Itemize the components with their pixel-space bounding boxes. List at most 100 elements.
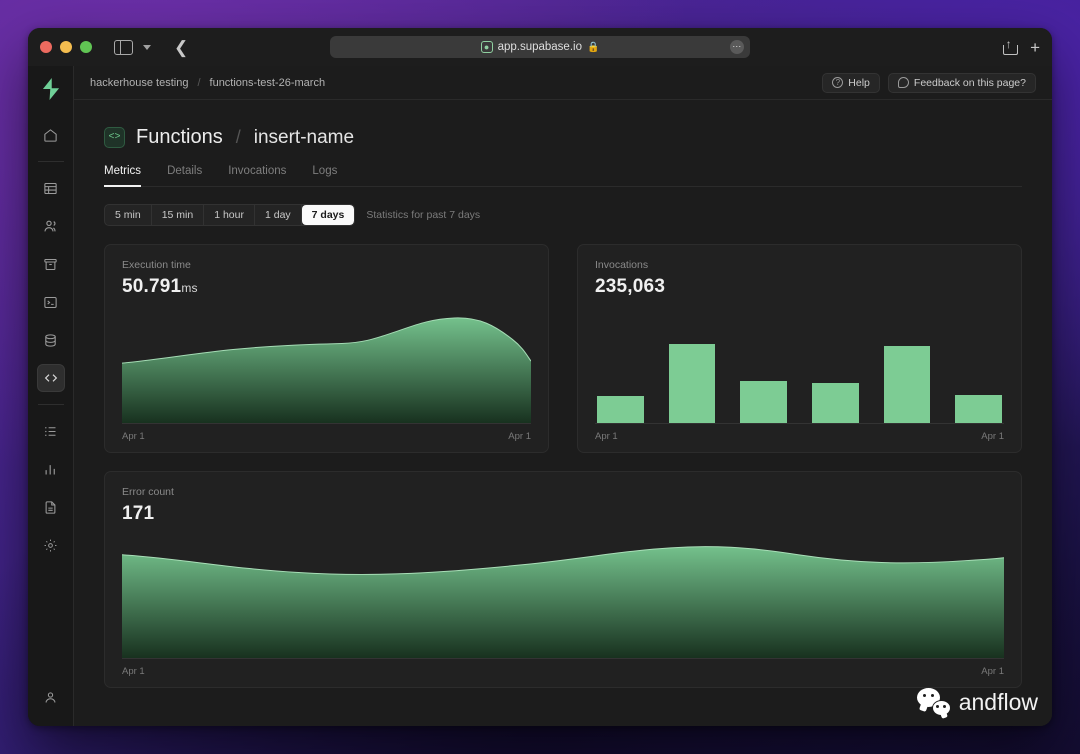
breadcrumb-org[interactable]: hackerhouse testing [90, 77, 188, 89]
chat-bubble-icon [897, 77, 909, 88]
metrics-row-top: Execution time 50.791ms Apr 1 Apr 1 Invo… [104, 244, 1022, 453]
bar-4[interactable] [812, 382, 859, 424]
lock-icon: 🔒 [586, 41, 600, 53]
invocations-chart[interactable] [595, 316, 1004, 424]
app-topbar: hackerhouse testing / functions-test-26-… [74, 66, 1052, 100]
error-count-chart[interactable] [122, 543, 1004, 659]
sidebar-divider [37, 161, 64, 162]
sidebar-divider [37, 404, 64, 405]
x-tick-end: Apr 1 [981, 666, 1004, 677]
bar-6[interactable] [955, 394, 1002, 424]
range-option-15min[interactable]: 15 min [152, 205, 205, 225]
titlebar-right-actions: + [1003, 37, 1040, 56]
browser-window: ❮ ● app.supabase.io 🔒 ⋯ + [28, 28, 1052, 726]
supabase-app: hackerhouse testing / functions-test-26-… [28, 66, 1052, 726]
tab-invocations[interactable]: Invocations [228, 165, 286, 187]
sidebar-item-functions[interactable] [36, 364, 65, 392]
sidebar-item-storage[interactable] [37, 250, 65, 278]
chevron-down-icon[interactable] [143, 44, 151, 50]
page-tabs: Metrics Details Invocations Logs [104, 165, 1022, 187]
sidebar-toggle-icon[interactable] [114, 39, 133, 55]
execution-time-chart[interactable] [122, 316, 531, 424]
sidebar-item-logs[interactable] [37, 493, 65, 521]
maximize-window-button[interactable] [80, 41, 92, 53]
x-tick-end: Apr 1 [981, 431, 1004, 442]
share-icon[interactable] [1003, 37, 1019, 55]
x-tick-end: Apr 1 [508, 431, 531, 442]
tab-metrics[interactable]: Metrics [104, 165, 142, 187]
sidebar-item-home[interactable] [37, 121, 65, 149]
error-count-value: 171 [122, 503, 155, 524]
execution-time-unit: ms [181, 281, 198, 295]
range-note: Statistics for past 7 days [366, 209, 481, 221]
plus-icon[interactable]: + [1030, 39, 1040, 56]
x-axis-line [595, 423, 1004, 424]
feedback-button[interactable]: Feedback on this page? [887, 72, 1036, 93]
x-tick-start: Apr 1 [122, 431, 145, 442]
x-axis-line [122, 658, 1004, 659]
window-controls[interactable] [40, 41, 92, 53]
range-option-1day[interactable]: 1 day [255, 205, 302, 225]
time-range-selector[interactable]: 5 min 15 min 1 hour 1 day 7 days [104, 204, 356, 226]
sidebar-item-database[interactable] [37, 326, 65, 354]
bar-1[interactable] [597, 395, 644, 424]
app-sidebar [28, 66, 74, 726]
page-title[interactable]: Functions [136, 126, 223, 149]
sidebar-item-reports[interactable] [37, 455, 65, 483]
invocations-axis-labels: Apr 1 Apr 1 [595, 431, 1004, 442]
sidebar-item-account[interactable] [37, 683, 65, 711]
page-content: <> Functions / insert-name Metrics Detai… [74, 100, 1052, 726]
invocations-value: 235,063 [595, 276, 666, 297]
feedback-label: Feedback on this page? [913, 76, 1026, 89]
execution-time-axis-labels: Apr 1 Apr 1 [122, 431, 531, 442]
tab-logs[interactable]: Logs [312, 165, 337, 187]
sidebar-item-table-editor[interactable] [37, 174, 65, 202]
x-axis-line [122, 423, 531, 424]
topbar-actions: ? Help Feedback on this page? [822, 72, 1036, 93]
supabase-logo[interactable] [40, 76, 62, 102]
wechat-icon [916, 688, 951, 716]
range-option-5min[interactable]: 5 min [105, 205, 152, 225]
titlebar-controls: ❮ [114, 39, 188, 56]
range-option-1hour[interactable]: 1 hour [204, 205, 255, 225]
breadcrumb-project[interactable]: functions-test-26-march [210, 77, 326, 89]
bar-2[interactable] [668, 344, 716, 424]
title-separator: / [235, 127, 241, 147]
question-circle-icon: ? [832, 77, 844, 88]
sidebar-item-sql-editor[interactable] [37, 288, 65, 316]
main-area: hackerhouse testing / functions-test-26-… [74, 66, 1052, 726]
help-button[interactable]: ? Help [822, 72, 880, 93]
time-range-row: 5 min 15 min 1 hour 1 day 7 days Statist… [104, 204, 1022, 226]
sidebar-item-authentication[interactable] [37, 212, 65, 240]
execution-time-label: Execution time [122, 259, 191, 271]
sidebar-item-api[interactable] [37, 417, 65, 445]
browser-titlebar: ❮ ● app.supabase.io 🔒 ⋯ + [28, 28, 1052, 66]
invocations-bars [595, 316, 1004, 424]
bar-5[interactable] [883, 346, 931, 424]
close-window-button[interactable] [40, 41, 52, 53]
range-option-7days[interactable]: 7 days [301, 205, 355, 225]
extension-shield-icon: ● [480, 41, 493, 53]
address-bar[interactable]: ● app.supabase.io 🔒 ⋯ [330, 36, 750, 58]
tab-details[interactable]: Details [167, 165, 202, 187]
error-count-card: Error count 171 Apr 1 Apr 1 [104, 471, 1022, 688]
help-label: Help [848, 76, 870, 89]
url-text: app.supabase.io [497, 41, 582, 53]
execution-time-card: Execution time 50.791ms Apr 1 Apr 1 [104, 244, 549, 453]
function-name: insert-name [253, 126, 355, 148]
error-count-label: Error count [122, 486, 174, 498]
bar-3[interactable] [740, 380, 787, 424]
page-header: <> Functions / insert-name [104, 116, 1022, 149]
more-options-icon[interactable]: ⋯ [730, 40, 744, 54]
x-tick-start: Apr 1 [595, 431, 618, 442]
back-arrow-icon[interactable]: ❮ [174, 39, 188, 56]
invocations-label: Invocations [595, 259, 649, 271]
invocations-card: Invocations 235,063 Apr 1 Apr 1 [577, 244, 1022, 453]
minimize-window-button[interactable] [60, 41, 72, 53]
execution-time-number: 50.791 [122, 276, 182, 297]
watermark: andflow [916, 688, 1038, 716]
x-tick-start: Apr 1 [122, 666, 145, 677]
metrics-row-bottom: Error count 171 Apr 1 Apr 1 [104, 471, 1022, 688]
error-count-axis-labels: Apr 1 Apr 1 [122, 666, 1004, 677]
sidebar-item-settings[interactable] [37, 531, 65, 559]
